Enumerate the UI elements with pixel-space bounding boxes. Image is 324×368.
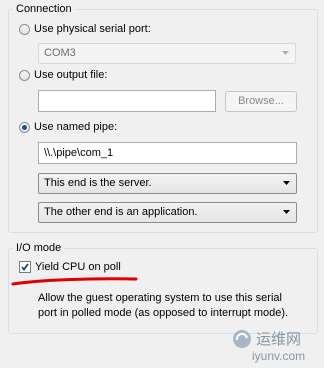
site-watermark: 运维网 iyunv.com: [232, 326, 324, 368]
yield-cpu-checkbox-row[interactable]: Yield CPU on poll: [19, 261, 121, 273]
pipe-other-end-select-value: The other end is an application.: [44, 206, 198, 218]
watermark-url-text: iyunv.com: [252, 349, 306, 363]
named-pipe-path-value: \\.\pipe\com_1: [44, 147, 114, 159]
output-file-input[interactable]: [38, 90, 216, 112]
named-pipe-radio-button[interactable]: [19, 121, 30, 133]
browse-button[interactable]: Browse...: [225, 91, 297, 112]
pipe-other-end-select[interactable]: The other end is an application.: [38, 202, 297, 223]
yield-cpu-label: Yield CPU on poll: [35, 261, 121, 273]
watermark-logo-icon: [233, 330, 251, 348]
yield-cpu-checkbox[interactable]: [19, 261, 31, 273]
output-file-label: Use output file:: [34, 69, 108, 81]
physical-serial-port-label: Use physical serial port:: [34, 23, 151, 35]
pipe-end-select-value: This end is the server.: [44, 177, 152, 189]
serial-port-select-value: COM3: [44, 47, 76, 59]
serial-port-select[interactable]: COM3: [38, 43, 296, 64]
physical-serial-port-radio-button[interactable]: [19, 23, 30, 35]
red-annotation-underline: [11, 277, 138, 286]
chevron-down-icon: [282, 51, 289, 55]
chevron-down-icon: [283, 210, 290, 214]
named-pipe-path-input[interactable]: \\.\pipe\com_1: [38, 142, 297, 164]
description-line-1: Allow the guest operating system to use …: [38, 292, 282, 304]
radio-named-pipe[interactable]: Use named pipe:: [19, 121, 117, 133]
io-mode-group-title: I/O mode: [13, 242, 65, 254]
checkmark-icon: [21, 263, 29, 271]
connection-group-title: Connection: [13, 3, 75, 15]
chevron-down-icon: [283, 181, 290, 185]
description-line-2: port in polled mode (as opposed to inter…: [38, 307, 289, 319]
output-file-radio-button[interactable]: [19, 69, 30, 81]
named-pipe-label: Use named pipe:: [34, 121, 118, 133]
watermark-cn-text: 运维网: [256, 330, 302, 348]
yield-cpu-description: Allow the guest operating system to use …: [38, 291, 288, 321]
pipe-end-select[interactable]: This end is the server.: [38, 173, 297, 194]
radio-output-file[interactable]: Use output file:: [19, 69, 107, 81]
radio-physical-serial-port[interactable]: Use physical serial port:: [19, 23, 151, 35]
